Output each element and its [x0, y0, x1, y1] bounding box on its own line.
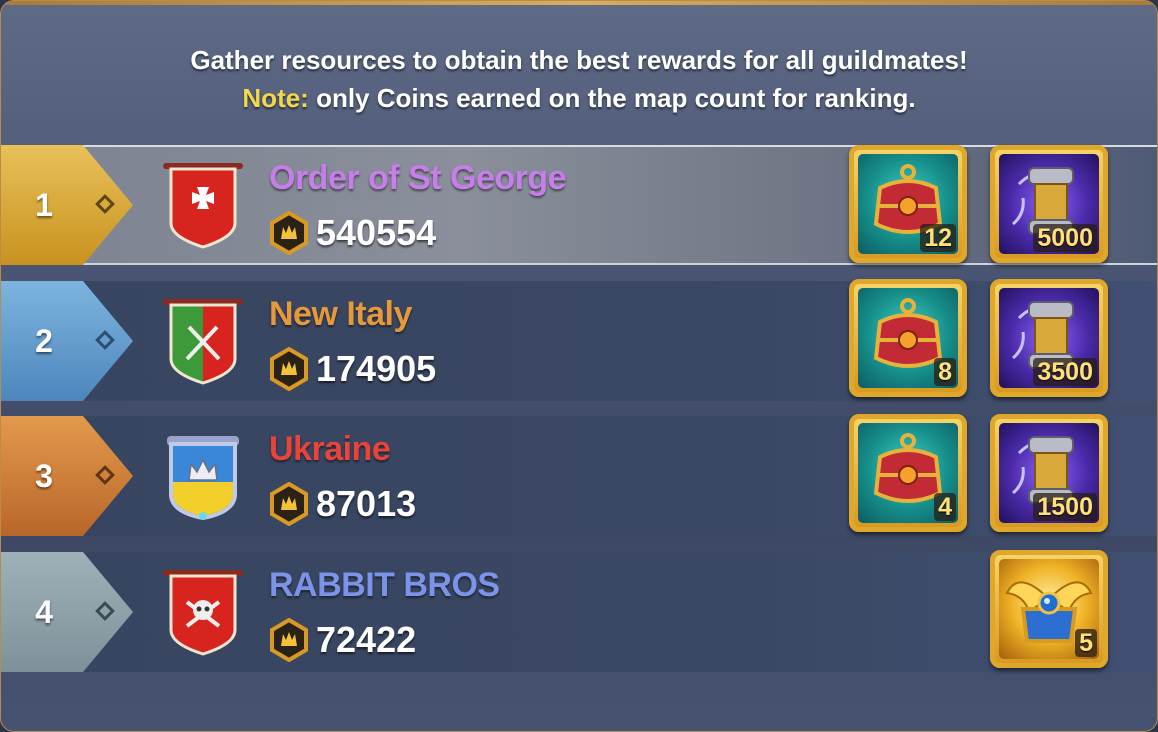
ranking-row-3[interactable]: 3 Ukraine 87013 4 1500	[1, 414, 1157, 536]
diamond-icon	[95, 194, 115, 214]
reward-slot[interactable]: 5000	[990, 145, 1108, 263]
rank-number: 3	[35, 458, 53, 494]
guild-score: 87013	[316, 483, 417, 524]
guild-banner-crown-icon	[167, 436, 239, 520]
guild-coin-icon	[270, 482, 308, 526]
guild-coin-icon	[270, 347, 308, 391]
diamond-icon	[95, 601, 115, 621]
reward-quantity: 1500	[1033, 493, 1097, 521]
ranking-row-1[interactable]: 1 Order of St George 540554 12 5000	[1, 145, 1157, 265]
note-label: Note:	[242, 83, 309, 113]
diamond-icon	[95, 330, 115, 350]
guild-score: 540554	[316, 212, 437, 253]
rank-number: 2	[35, 323, 53, 359]
guild-banner-swords-icon	[163, 299, 243, 385]
reward-slot[interactable]: 1500	[990, 414, 1108, 532]
guild-name[interactable]: Order of St George	[269, 159, 567, 198]
reward-slot[interactable]: 4	[849, 414, 967, 532]
guild-name[interactable]: Ukraine	[269, 430, 391, 469]
reward-quantity: 5	[1075, 629, 1097, 657]
reward-quantity: 5000	[1033, 224, 1097, 252]
rank-number: 1	[35, 187, 53, 223]
reward-slot[interactable]: 12	[849, 145, 967, 263]
reward-quantity: 12	[920, 224, 956, 252]
diamond-icon	[95, 465, 115, 485]
guild-banner-cross-icon	[163, 163, 243, 249]
note-text: only Coins earned on the map count for r…	[308, 83, 916, 113]
reward-slot[interactable]: 5	[990, 550, 1108, 668]
reward-quantity: 4	[934, 493, 956, 521]
reward-quantity: 3500	[1033, 358, 1097, 386]
instructions: Gather resources to obtain the best rewa…	[1, 41, 1157, 117]
ranking-row-4[interactable]: 4 RABBIT BROS 72422 5	[1, 550, 1157, 672]
guild-coin-icon	[270, 211, 308, 255]
instructions-line: Gather resources to obtain the best rewa…	[190, 45, 968, 75]
guild-name[interactable]: RABBIT BROS	[269, 566, 500, 605]
ranking-row-2[interactable]: 2 New Italy 174905 8 3500	[1, 279, 1157, 401]
guild-score: 174905	[316, 348, 437, 389]
guild-ranking-panel: Gather resources to obtain the best rewa…	[0, 0, 1158, 732]
guild-banner-skull-icon	[163, 570, 243, 656]
reward-slot[interactable]: 8	[849, 279, 967, 397]
reward-slot[interactable]: 3500	[990, 279, 1108, 397]
rank-number: 4	[35, 594, 53, 630]
guild-score: 72422	[316, 619, 417, 660]
guild-name[interactable]: New Italy	[269, 295, 412, 334]
guild-coin-icon	[270, 618, 308, 662]
reward-quantity: 8	[934, 358, 956, 386]
